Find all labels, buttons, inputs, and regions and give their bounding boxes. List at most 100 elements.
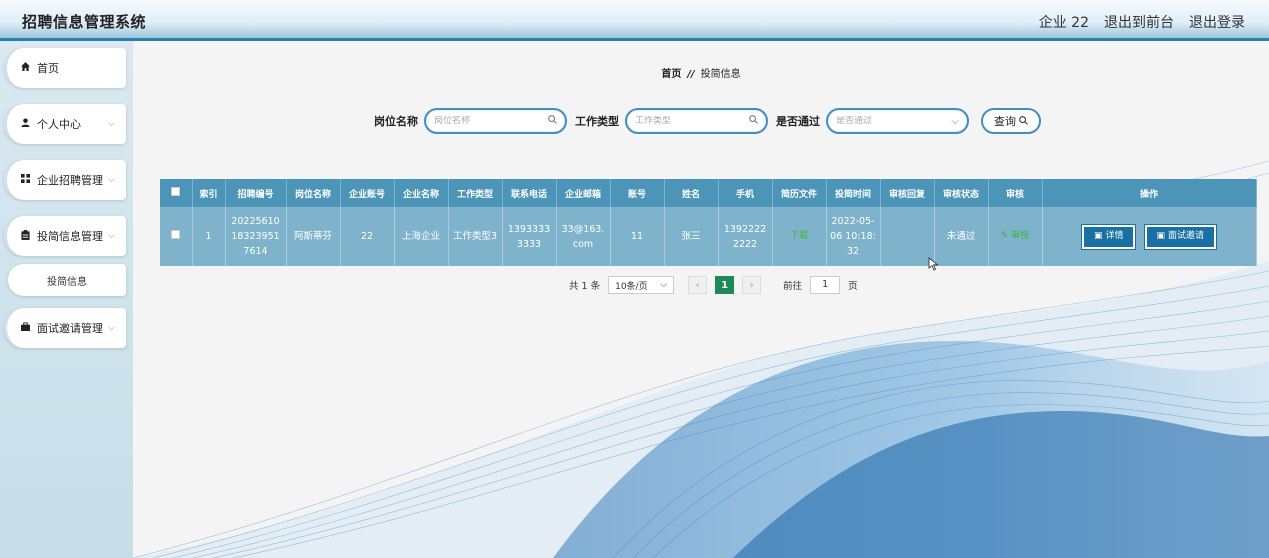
cell-company-name: 上海企业 — [394, 207, 449, 266]
column-header: 审核回复 — [880, 179, 935, 207]
column-header: 账号 — [610, 179, 665, 207]
sidebar-item-interview-management[interactable]: 面试邀请管理 ⌵ — [4, 308, 126, 348]
sidebar-item-label: 首页 — [37, 62, 59, 75]
column-header: 手机 — [718, 179, 773, 207]
job-name-field[interactable] — [424, 108, 567, 134]
column-header: 工作类型 — [448, 179, 503, 207]
pass-status-label: 是否通过 — [776, 115, 820, 128]
logout-link[interactable]: 退出登录 — [1189, 12, 1245, 32]
goto-page-input[interactable]: 1 — [810, 276, 841, 294]
table-header-row: 索引 招聘编号 岗位名称 企业账号 企业名称 工作类型 联系电话 企业邮箱 账号… — [160, 179, 1257, 207]
edit-icon: ✎ — [1000, 231, 1012, 241]
cell-account: 11 — [610, 207, 665, 266]
column-header: 企业邮箱 — [556, 179, 611, 207]
chevron-down-icon: ⌵ — [660, 280, 668, 290]
pass-status-input[interactable] — [836, 116, 952, 126]
job-name-label: 岗位名称 — [374, 115, 418, 128]
grid-icon — [21, 174, 35, 186]
column-header: 联系电话 — [502, 179, 557, 207]
goto-prefix: 前往 — [783, 281, 803, 292]
table-row: 1 2022561018323951 7614 阿斯蒂芬 22 上海企业 工作类… — [160, 207, 1257, 266]
briefcase-icon — [21, 322, 35, 334]
cell-name: 张三 — [664, 207, 719, 266]
chevron-left-icon: ‹ — [695, 279, 700, 291]
document-icon: ▣ — [1156, 231, 1166, 241]
chevron-down-icon: ⌵ — [108, 323, 115, 333]
page-size-select[interactable]: 10条/页 ⌵ — [608, 276, 675, 294]
cell-phone: 13933333333 — [502, 207, 557, 266]
cell-mobile: 13922222222 — [718, 207, 773, 266]
audit-link[interactable]: ✎ 审核 — [988, 207, 1043, 266]
sidebar-item-personal-center[interactable]: 个人中心 ⌵ — [4, 104, 126, 144]
cell-time: 2022-05-06 10:18:32 — [826, 207, 881, 266]
sidebar-item-home[interactable]: 首页 — [4, 48, 126, 88]
cell-status: 未通过 — [934, 207, 989, 266]
total-count: 共 1 条 — [569, 281, 601, 292]
select-all-cell — [160, 179, 193, 207]
sidebar-item-recruit-management[interactable]: 企业招聘管理 ⌵ — [4, 160, 126, 200]
breadcrumb-separator: // — [687, 69, 695, 80]
clipboard-icon — [21, 229, 35, 243]
cell-job: 阿斯蒂芬 — [286, 207, 341, 266]
audit-link-label: 审核 — [1011, 231, 1030, 241]
work-type-field[interactable] — [625, 108, 768, 134]
page-size-value: 10条/页 — [615, 281, 648, 292]
page-number-active[interactable]: 1 — [715, 276, 735, 294]
interview-invite-button[interactable]: ▣ 面试邀请 — [1144, 224, 1217, 249]
pagination: 共 1 条 10条/页 ⌵ ‹ 1 › 前往 1 页 — [569, 276, 858, 294]
document-icon: ▣ — [1093, 231, 1103, 241]
query-button[interactable]: 查询 — [981, 108, 1041, 134]
chevron-down-icon: ⌵ — [108, 175, 115, 185]
column-header: 审核状态 — [934, 179, 989, 207]
chevron-right-icon: › — [749, 279, 754, 291]
search-icon — [1019, 115, 1028, 128]
sidebar-item-resume-management[interactable]: 投简信息管理 ⌵ — [4, 216, 126, 256]
breadcrumb-home[interactable]: 首页 — [661, 69, 681, 80]
column-header: 姓名 — [664, 179, 719, 207]
goto-suffix: 页 — [848, 281, 858, 292]
resume-download-link[interactable]: 下载 — [772, 207, 827, 266]
column-header: 招聘编号 — [225, 179, 287, 207]
job-name-input[interactable] — [434, 116, 548, 126]
sidebar-subitem-resume-info[interactable]: 投简信息 — [8, 264, 126, 296]
cell-recruit-no: 2022561018323951 7614 — [225, 207, 287, 266]
next-page-button[interactable]: › — [742, 276, 762, 294]
work-type-input[interactable] — [635, 116, 749, 126]
column-header: 审核 — [988, 179, 1043, 207]
sidebar-subitem-label: 投简信息 — [47, 276, 87, 288]
column-header: 企业账号 — [340, 179, 395, 207]
column-header: 投简时间 — [826, 179, 881, 207]
back-to-front-link[interactable]: 退出到前台 — [1104, 12, 1174, 32]
main-content: 首页 // 投简信息 岗位名称 工作类型 是否通过 ⌵ 查询 — [133, 41, 1269, 558]
detail-button-label: 详情 — [1105, 231, 1124, 241]
cell-index: 1 — [192, 207, 226, 266]
select-all-checkbox[interactable] — [171, 187, 181, 196]
column-header: 简历文件 — [772, 179, 827, 207]
chevron-down-icon: ⌵ — [951, 115, 959, 127]
sidebar-item-label: 企业招聘管理 — [37, 174, 103, 187]
row-checkbox[interactable] — [171, 230, 181, 239]
home-icon — [21, 62, 35, 74]
cell-work-type: 工作类型3 — [448, 207, 503, 266]
cell-company-account: 22 — [340, 207, 395, 266]
current-user-label[interactable]: 企业 22 — [1039, 12, 1089, 32]
prev-page-button[interactable]: ‹ — [688, 276, 708, 294]
cell-reply — [880, 207, 935, 266]
pass-status-select[interactable]: ⌵ — [826, 108, 969, 134]
search-bar: 岗位名称 工作类型 是否通过 ⌵ 查询 — [374, 107, 1041, 135]
resume-table: 索引 招聘编号 岗位名称 企业账号 企业名称 工作类型 联系电话 企业邮箱 账号… — [160, 179, 1257, 266]
chevron-down-icon: ⌵ — [108, 231, 115, 241]
column-header: 岗位名称 — [286, 179, 341, 207]
sidebar-item-label: 个人中心 — [37, 118, 81, 131]
mouse-cursor-icon — [928, 257, 939, 271]
top-header: 招聘信息管理系统 企业 22 退出到前台 退出登录 — [0, 0, 1269, 41]
column-header: 企业名称 — [394, 179, 449, 207]
detail-button[interactable]: ▣ 详情 — [1081, 224, 1136, 249]
sidebar: 首页 个人中心 ⌵ 企业招聘管理 ⌵ 投简信息管理 ⌵ 投简信息 面试邀请管理 … — [0, 41, 133, 558]
column-header: 索引 — [192, 179, 226, 207]
breadcrumb: 首页 // 投简信息 — [133, 65, 1269, 80]
header-actions: 企业 22 退出到前台 退出登录 — [1039, 12, 1245, 32]
sidebar-item-label: 投简信息管理 — [37, 230, 103, 243]
chevron-down-icon: ⌵ — [108, 119, 115, 129]
cell-email: 33@163.com — [556, 207, 611, 266]
